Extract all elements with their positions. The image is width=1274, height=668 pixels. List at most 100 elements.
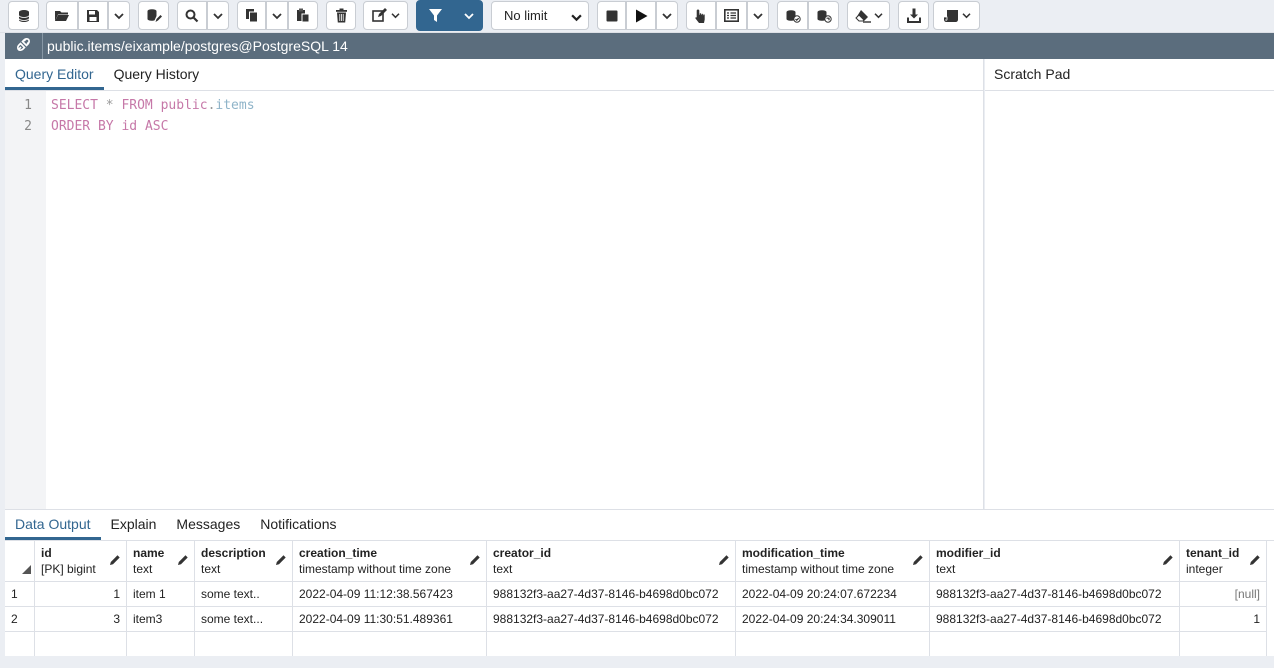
cell-tenant-id[interactable]: [null] [1180, 582, 1267, 607]
tab-explain[interactable]: Explain [101, 510, 167, 540]
tab-notifications[interactable]: Notifications [250, 510, 346, 540]
tab-messages[interactable]: Messages [166, 510, 250, 540]
edit-button[interactable] [363, 1, 408, 30]
row-number[interactable]: 1 [5, 582, 35, 607]
scratch-pad-panel: Scratch Pad [985, 59, 1274, 509]
explain-button[interactable] [686, 1, 716, 30]
pencil-icon [1249, 554, 1261, 569]
cell-name[interactable] [127, 632, 195, 657]
table-row[interactable]: 2 3 item3 some text... 2022-04-09 11:30:… [5, 607, 1274, 632]
column-header-creator-id[interactable]: creator_id text [487, 541, 736, 582]
cell-modification-time[interactable]: 2022-04-09 20:24:07.672234 [736, 582, 930, 607]
chevron-down-icon [390, 12, 400, 19]
rollback-button[interactable] [808, 1, 839, 30]
cell-name[interactable]: item3 [127, 607, 195, 632]
sql-code[interactable]: SELECT * FROM public.items ORDER BY id A… [51, 95, 255, 137]
new-row[interactable] [5, 632, 1274, 657]
copy-button[interactable] [237, 1, 266, 30]
save-file-button[interactable] [78, 1, 108, 30]
sql-editor[interactable]: 1 2 SELECT * FROM public.items ORDER BY … [5, 91, 983, 509]
database-edit-icon [146, 8, 162, 23]
line-number-gutter: 1 2 [5, 91, 46, 509]
paste-icon [296, 8, 310, 23]
macros-button[interactable] [933, 1, 980, 30]
cell-modification-time[interactable] [736, 632, 930, 657]
pencil-icon [912, 554, 924, 569]
cell-modifier-id[interactable]: 988132f3-aa27-4d37-8146-b4698d0bc072 [930, 607, 1180, 632]
search-icon [185, 9, 199, 23]
column-header-id[interactable]: id [PK] bigint [35, 541, 127, 582]
connection-status-button[interactable] [5, 33, 43, 59]
filter-button[interactable] [416, 0, 454, 31]
chevron-down-icon [961, 12, 971, 19]
cell-name[interactable]: item 1 [127, 582, 195, 607]
cell-tenant-id[interactable]: 1 [1180, 607, 1267, 632]
column-header-tenant-id[interactable]: tenant_id integer [1180, 541, 1267, 582]
copy-options-dropdown[interactable] [266, 1, 288, 30]
save-results-button[interactable] [138, 1, 169, 30]
column-header-creation-time[interactable]: creation_time timestamp without time zon… [293, 541, 487, 582]
cell-id[interactable]: 3 [35, 607, 127, 632]
column-type: text [201, 562, 221, 576]
column-header-modification-time[interactable]: modification_time timestamp without time… [736, 541, 930, 582]
column-name: id [121, 119, 138, 134]
cell-creator-id[interactable] [487, 632, 736, 657]
column-type: text [936, 562, 956, 576]
download-csv-button[interactable] [898, 1, 929, 30]
column-name: creator_id [493, 546, 552, 560]
save-options-dropdown[interactable] [108, 1, 130, 30]
hand-pointer-icon [694, 8, 708, 24]
cell-description[interactable] [195, 632, 293, 657]
commit-button[interactable] [777, 1, 808, 30]
tab-query-editor[interactable]: Query Editor [5, 59, 104, 90]
cancel-query-button[interactable] [597, 1, 626, 30]
select-all-corner[interactable] [5, 541, 35, 582]
explain-options-dropdown[interactable] [747, 1, 769, 30]
cell-tenant-id[interactable] [1180, 632, 1267, 657]
cell-creator-id[interactable]: 988132f3-aa27-4d37-8146-b4698d0bc072 [487, 582, 736, 607]
column-name: creation_time [299, 546, 378, 560]
cell-creation-time[interactable]: 2022-04-09 11:30:51.489361 [293, 607, 487, 632]
execute-button[interactable] [626, 1, 656, 30]
scratch-pad-textarea[interactable] [985, 92, 1274, 509]
cell-description[interactable]: some text.. [195, 582, 293, 607]
query-editor-panel: Query Editor Query History 1 2 SELECT * … [5, 59, 984, 509]
open-file-button[interactable] [46, 1, 78, 30]
row-number[interactable]: 2 [5, 607, 35, 632]
tab-query-history[interactable]: Query History [104, 59, 210, 90]
filter-options-dropdown[interactable] [454, 0, 483, 31]
code-line: SELECT * FROM public.items [51, 95, 255, 116]
row-limit-select[interactable]: No limit [491, 1, 589, 30]
cell-creation-time[interactable] [293, 632, 487, 657]
column-header-modifier-id[interactable]: modifier_id text [930, 541, 1180, 582]
floppy-icon [86, 9, 100, 23]
column-type: timestamp without time zone [299, 562, 452, 576]
find-options-dropdown[interactable] [207, 1, 229, 30]
cell-description[interactable]: some text... [195, 607, 293, 632]
paste-button[interactable] [288, 1, 318, 30]
clear-button[interactable] [847, 1, 890, 30]
tab-data-output[interactable]: Data Output [5, 510, 101, 540]
cell-creator-id[interactable]: 988132f3-aa27-4d37-8146-b4698d0bc072 [487, 607, 736, 632]
cell-id[interactable] [35, 632, 127, 657]
column-header-name[interactable]: name text [127, 541, 195, 582]
execute-options-dropdown[interactable] [656, 1, 678, 30]
code-line: ORDER BY id ASC [51, 116, 255, 137]
results-tabs: Data Output Explain Messages Notificatio… [5, 510, 1274, 541]
cell-id[interactable]: 1 [35, 582, 127, 607]
table-row[interactable]: 1 1 item 1 some text.. 2022-04-09 11:12:… [5, 582, 1274, 607]
delete-button[interactable] [326, 1, 356, 30]
explain-analyze-button[interactable] [716, 1, 747, 30]
find-button[interactable] [177, 1, 207, 30]
cell-modification-time[interactable]: 2022-04-09 20:24:34.309011 [736, 607, 930, 632]
open-query-tool-button[interactable] [8, 1, 39, 30]
cell-modifier-id[interactable] [930, 632, 1180, 657]
pencil-icon [109, 554, 121, 569]
cell-modifier-id[interactable]: 988132f3-aa27-4d37-8146-b4698d0bc072 [930, 582, 1180, 607]
line-number: 2 [24, 119, 32, 134]
cell-creation-time[interactable]: 2022-04-09 11:12:38.567423 [293, 582, 487, 607]
pencil-icon [275, 554, 287, 569]
scroll-icon [943, 9, 960, 23]
row-number[interactable] [5, 632, 35, 657]
column-header-description[interactable]: description text [195, 541, 293, 582]
